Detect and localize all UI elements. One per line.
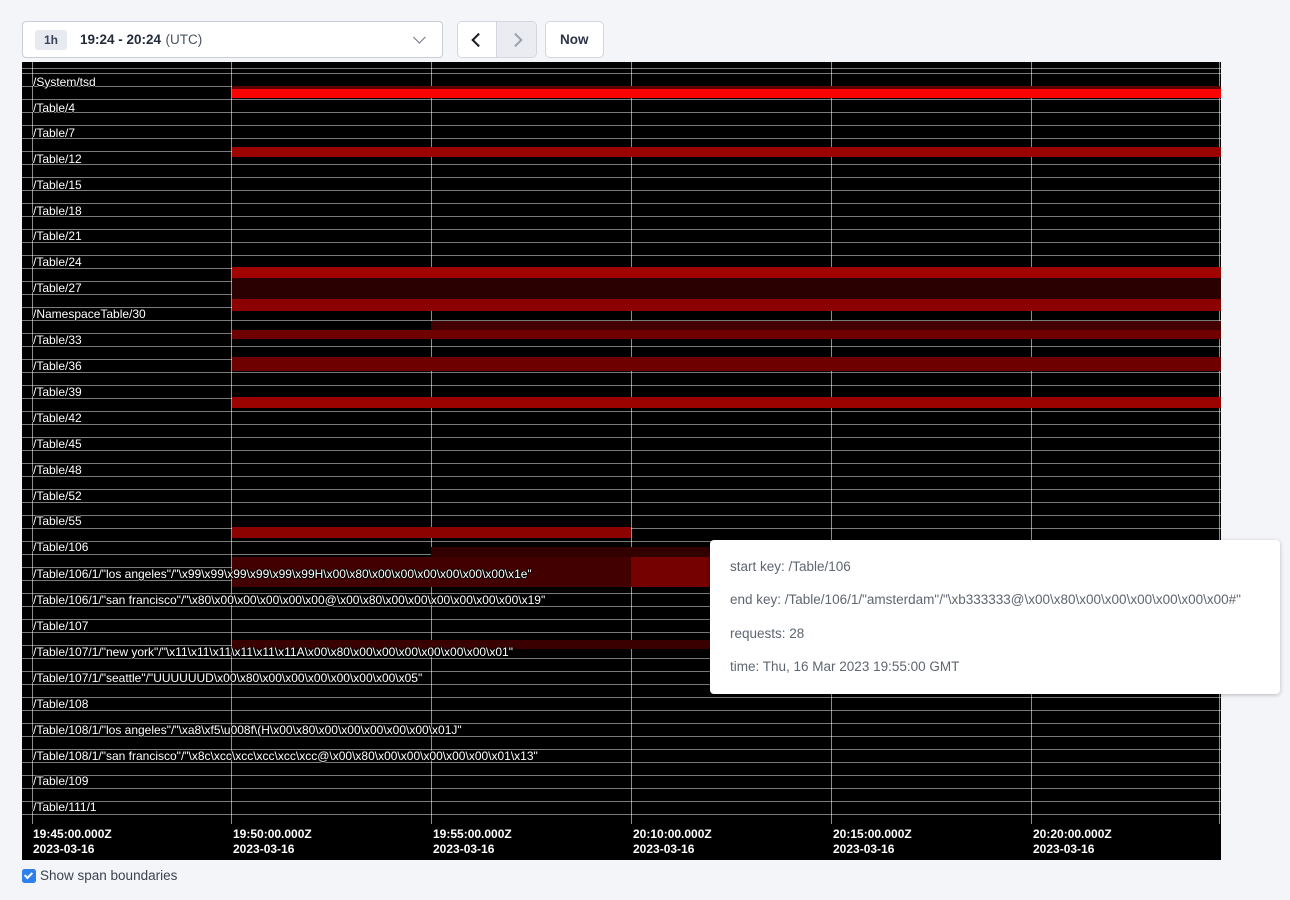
time-nav-group <box>457 21 537 58</box>
row-key-label: /Table/33 <box>33 333 82 348</box>
row-key-label: /Table/106/1/"los angeles"/"\x99\x99\x99… <box>33 567 532 582</box>
row-key-label: /Table/21 <box>33 229 82 244</box>
time-preset-badge: 1h <box>35 30 67 50</box>
row-key-label: /Table/111/1 <box>33 800 97 815</box>
row-key-label: /Table/12 <box>33 152 82 167</box>
heat-band <box>232 89 1221 98</box>
prev-time-button[interactable] <box>458 22 497 57</box>
span-boundary-vline <box>1031 62 1032 825</box>
key-visualizer-heatmap[interactable]: 19:45:00.000Z2023-03-16 19:50:00.000Z2023… <box>22 62 1221 860</box>
show-span-boundaries-label: Show span boundaries <box>40 868 177 883</box>
span-tooltip: start key: /Table/106 end key: /Table/106… <box>710 540 1280 694</box>
row-key-label: /Table/7 <box>33 126 75 141</box>
span-boundary-vline <box>431 62 432 825</box>
chevron-left-icon <box>471 32 485 46</box>
heat-band <box>232 278 1221 299</box>
row-key-label: /Table/107/1/"seattle"/"UUUUUUD\x00\x80\… <box>33 671 422 686</box>
row-key-label: /Table/106/1/"san francisco"/"\x80\x00\x… <box>33 593 545 608</box>
row-key-label: /Table/27 <box>33 281 82 296</box>
row-key-label: /Table/109 <box>33 774 88 789</box>
row-key-label: /Table/106 <box>33 540 88 555</box>
time-range-label: 19:24 - 20:24 (UTC) <box>80 31 202 49</box>
x-axis-tick: 20:20:00.000Z2023-03-16 <box>1033 827 1112 857</box>
heat-band <box>431 321 1221 330</box>
row-key-label: /Table/18 <box>33 204 82 219</box>
next-time-button[interactable] <box>497 22 536 57</box>
row-key-label: /System/tsd <box>33 75 96 90</box>
heat-band <box>232 397 1221 408</box>
row-key-label: /Table/15 <box>33 178 82 193</box>
toolbar: 1h 19:24 - 20:24 (UTC) Now <box>0 0 1290 62</box>
chevron-right-icon <box>508 32 522 46</box>
span-boundary-vline <box>231 62 232 825</box>
x-axis-tick: 19:50:00.000Z2023-03-16 <box>233 827 312 857</box>
row-key-label: /Table/24 <box>33 255 82 270</box>
show-span-boundaries-checkbox[interactable] <box>22 869 36 883</box>
heat-band <box>232 147 1221 157</box>
heat-band <box>232 330 1221 339</box>
now-button[interactable]: Now <box>545 21 604 58</box>
x-axis-tick: 20:10:00.000Z2023-03-16 <box>633 827 712 857</box>
tooltip-line: start key: /Table/106 <box>730 559 1260 575</box>
x-axis-tick: 19:55:00.000Z2023-03-16 <box>433 827 512 857</box>
heat-band <box>232 267 1221 278</box>
time-axis: 19:45:00.000Z2023-03-16 19:50:00.000Z2023… <box>22 824 1221 860</box>
row-key-label: /Table/36 <box>33 359 82 374</box>
x-axis-tick: 20:15:00.000Z2023-03-16 <box>833 827 912 857</box>
row-key-label: /Table/42 <box>33 411 82 426</box>
row-key-label: /NamespaceTable/30 <box>33 307 146 322</box>
row-key-label: /Table/107/1/"new york"/"\x11\x11\x11\x1… <box>33 645 513 660</box>
span-boundary-vline <box>631 62 632 825</box>
row-key-label: /Table/108/1/"los angeles"/"\xa8\xf5\u00… <box>33 723 462 738</box>
row-key-label: /Table/45 <box>33 437 82 452</box>
tooltip-line: requests: 28 <box>730 626 1260 642</box>
heat-band <box>232 527 631 538</box>
chevron-down-icon <box>413 31 426 44</box>
row-key-label: /Table/107 <box>33 619 88 634</box>
heat-band <box>232 357 1221 371</box>
row-key-label: /Table/55 <box>33 514 82 529</box>
time-range-select[interactable]: 1h 19:24 - 20:24 (UTC) <box>22 21 443 58</box>
heat-band <box>232 299 1221 311</box>
row-key-label: /Table/39 <box>33 385 82 400</box>
tooltip-line: end key: /Table/106/1/"amsterdam"/"\xb33… <box>730 592 1260 608</box>
footer: Show span boundaries <box>22 868 177 883</box>
span-boundary-vline <box>831 62 832 825</box>
row-key-label: /Table/4 <box>33 101 75 116</box>
row-key-label: /Table/52 <box>33 489 82 504</box>
tooltip-line: time: Thu, 16 Mar 2023 19:55:00 GMT <box>730 659 1260 675</box>
row-key-label: /Table/48 <box>33 463 82 478</box>
row-key-label: /Table/108 <box>33 697 88 712</box>
check-icon <box>24 870 33 879</box>
row-key-label: /Table/108/1/"san francisco"/"\x8c\xcc\x… <box>33 749 538 764</box>
x-axis-tick: 19:45:00.000Z2023-03-16 <box>33 827 112 857</box>
span-boundary-vline <box>1219 62 1220 825</box>
